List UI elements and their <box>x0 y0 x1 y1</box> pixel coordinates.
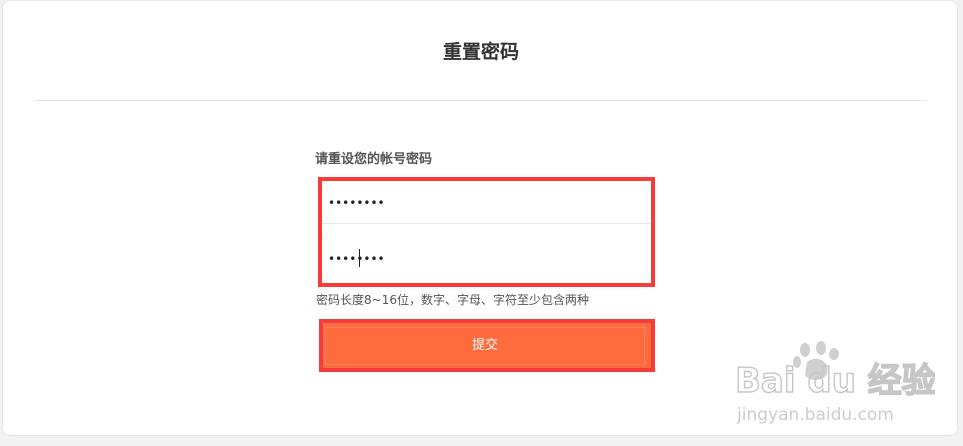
title-divider <box>35 100 927 101</box>
password-hint: 密码长度8~16位，数字、字母、字符至少包含两种 <box>316 293 589 307</box>
watermark-brand: Bai du 经验 <box>735 361 935 401</box>
text-cursor <box>359 249 360 267</box>
baidu-jingyan-watermark: Bai du 经验 jingyan.baidu.com <box>735 341 935 425</box>
field-divider <box>322 223 651 224</box>
submit-button[interactable]: 提交 <box>325 327 645 365</box>
confirm-password-input[interactable] <box>324 239 651 279</box>
form-label: 请重设您的帐号密码 <box>315 152 433 167</box>
page-title: 重置密码 <box>442 41 519 63</box>
new-password-input[interactable] <box>324 183 651 223</box>
submit-button-frame[interactable]: 提交 <box>319 319 655 372</box>
watermark-url: jingyan.baidu.com <box>736 405 894 425</box>
password-fields-group <box>318 177 655 287</box>
